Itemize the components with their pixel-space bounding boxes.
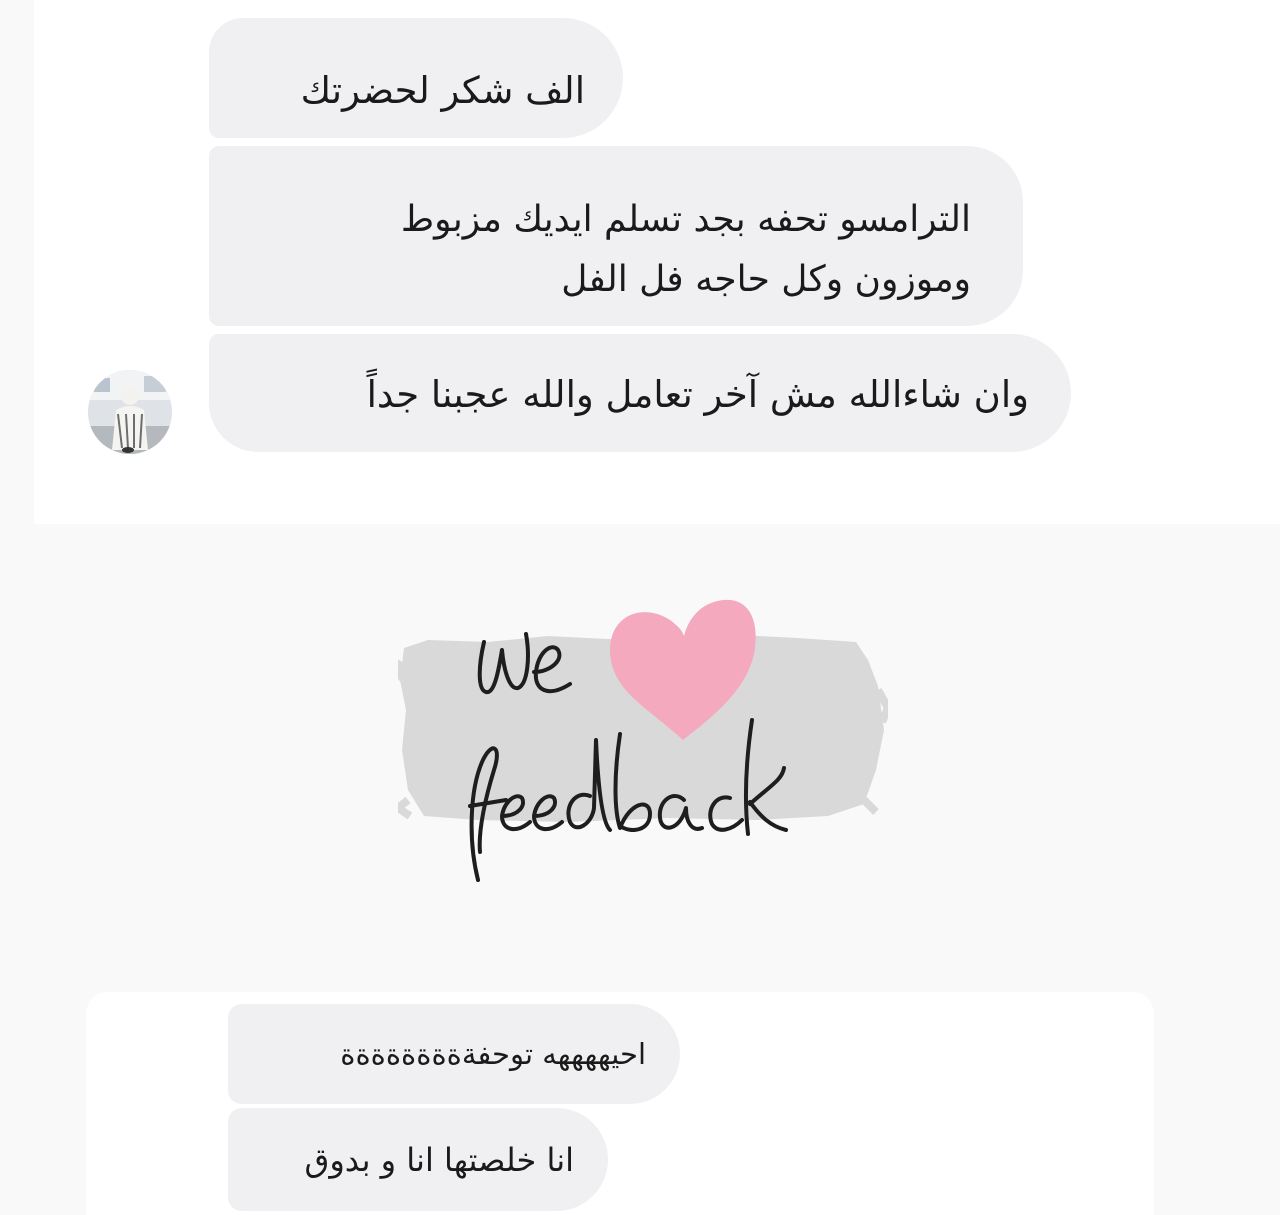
we-love-feedback-logo <box>398 599 888 882</box>
timestamp-divider <box>612 514 768 528</box>
message-text: وان شاءالله مش آخر تعامل والله عجبنا جدا… <box>366 373 1029 416</box>
message-text: احيههههه توحفةةةةةةةةة <box>340 1037 646 1071</box>
message-text: الف شكر لحضرتك <box>300 69 585 112</box>
message-bubble-inshallah[interactable]: وان شاءالله مش آخر تعامل والله عجبنا جدا… <box>209 334 1071 452</box>
message-bubble-thanks[interactable]: الف شكر لحضرتك <box>209 18 623 138</box>
message-text-line-1: الترامسو تحفه بجد تسلم ايديك مزبوط <box>400 199 971 240</box>
message-bubble-reaction[interactable]: احيههههه توحفةةةةةةةةة <box>228 1004 680 1104</box>
timestamp-cutoff <box>612 519 768 528</box>
avatar-photo <box>88 370 172 454</box>
avatar[interactable] <box>88 370 172 454</box>
message-bubble-finished[interactable]: انا خلصتها انا و بدوق <box>228 1108 608 1211</box>
message-text-line-2: وموزون وكل حاجه فل الفل <box>561 259 971 300</box>
message-bubble-review[interactable]: الترامسو تحفه بجد تسلم ايديك مزبوط وموزو… <box>209 146 1023 326</box>
message-text: انا خلصتها انا و بدوق <box>304 1141 575 1179</box>
